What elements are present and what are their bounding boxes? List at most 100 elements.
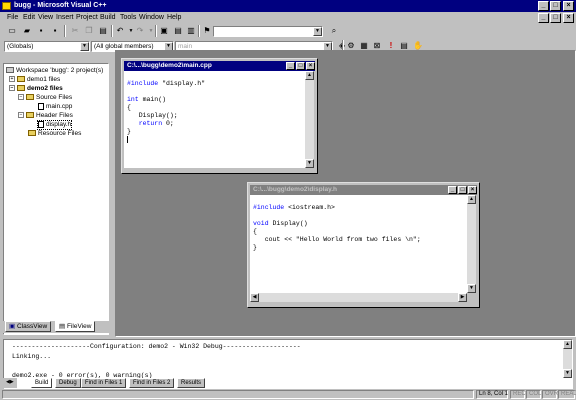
mdi-client-area: C:\...\bugg\demo2\main.cpp _ □ × #includ… — [115, 50, 576, 337]
tree-folder-header[interactable]: − Header Files — [18, 112, 73, 120]
globals-combo[interactable]: (Globals) ▼ — [4, 41, 90, 52]
code-line: } — [253, 244, 257, 251]
tree-workspace-root[interactable]: Workspace 'bugg': 2 project(s) — [6, 67, 103, 75]
menu-view[interactable]: View — [38, 13, 53, 23]
tab-results[interactable]: Results — [177, 378, 206, 388]
tab-label: FileView — [66, 323, 92, 330]
find-combo[interactable]: ▼ — [213, 26, 323, 37]
tab-fileview[interactable]: ▤ FileView — [55, 321, 96, 332]
code-line: { — [253, 228, 257, 235]
collapse-icon[interactable]: − — [18, 112, 24, 119]
scroll-down-icon[interactable]: ▼ — [467, 284, 476, 293]
code-line: Display(); — [127, 112, 178, 119]
cut-icon[interactable]: ✂ — [69, 25, 81, 37]
output-window-icon[interactable]: ▤ — [172, 25, 184, 37]
app-icon[interactable] — [2, 2, 11, 10]
menu-window[interactable]: Window — [139, 13, 164, 23]
scroll-up-icon[interactable]: ▲ — [305, 71, 314, 80]
window-title: bugg - Microsoft Visual C++ — [14, 2, 107, 9]
editor-close-button[interactable]: × — [306, 62, 315, 70]
menu-bar: File Edit View Insert Project Build Tool… — [0, 12, 576, 24]
source-file-icon — [38, 103, 44, 110]
editor-minimize-button[interactable]: _ — [448, 186, 457, 194]
editor-horizontal-scrollbar[interactable]: ◀ ▶ — [250, 293, 467, 302]
editor-maximize-button[interactable]: □ — [296, 62, 305, 70]
menu-file[interactable]: File — [7, 13, 18, 23]
open-folder-icon[interactable]: ▰ — [21, 25, 33, 37]
status-col: COL — [526, 390, 541, 399]
tab-find-in-files-1[interactable]: Find in Files 1 — [81, 378, 127, 388]
tree-folder-resource[interactable]: Resource Files — [28, 130, 81, 138]
close-button[interactable]: × — [563, 1, 574, 11]
menu-build[interactable]: Build — [100, 13, 116, 23]
tab-classview[interactable]: ▣ ClassView — [5, 321, 52, 332]
tab-build[interactable]: Build — [31, 378, 53, 388]
workspace-pane[interactable]: Workspace 'bugg': 2 project(s) + demo1 fi… — [3, 63, 109, 335]
window-list-icon[interactable]: ▥ — [185, 25, 197, 37]
scroll-up-icon[interactable]: ▲ — [563, 340, 572, 349]
tree-label: display.h — [46, 121, 72, 129]
doc-restore-button[interactable]: □ — [550, 13, 561, 23]
editor-title-bar[interactable]: C:\...\bugg\demo2\display.h _ □ × — [250, 185, 477, 195]
menu-help[interactable]: Help — [167, 13, 181, 23]
tab-scroll-icon[interactable]: ◀▶ — [3, 378, 17, 388]
editor-vertical-scrollbar[interactable]: ▲ ▼ — [305, 71, 314, 168]
output-vertical-scrollbar[interactable]: ▲ ▼ — [563, 340, 572, 378]
tree-folder-source[interactable]: − Source Files — [18, 94, 72, 102]
scroll-down-icon[interactable]: ▼ — [305, 159, 314, 168]
menu-tools[interactable]: Tools — [120, 13, 136, 23]
scroll-left-icon[interactable]: ◀ — [250, 293, 259, 302]
toolbar-separator — [155, 25, 157, 37]
doc-close-button[interactable]: × — [563, 13, 574, 23]
copy-icon[interactable]: ❐ — [83, 25, 95, 37]
paste-icon[interactable]: ▤ — [97, 25, 109, 37]
save-icon[interactable]: ▪ — [35, 25, 47, 37]
new-text-file-icon[interactable]: ▭ — [6, 25, 18, 37]
members-combo-value: (All global members) — [94, 43, 154, 50]
project-icon — [17, 76, 25, 83]
collapse-icon[interactable]: − — [18, 94, 24, 101]
code-editor-main-cpp[interactable]: #include "display.h" int main(){ Display… — [124, 71, 305, 168]
code-line: { — [127, 104, 131, 111]
header-file-icon — [38, 121, 44, 128]
toolbar-separator — [111, 25, 113, 37]
tree-label: Header Files — [36, 112, 73, 119]
find-in-files-icon[interactable]: ⚑ — [201, 25, 213, 37]
editor-window-main-cpp[interactable]: C:\...\bugg\demo2\main.cpp _ □ × #includ… — [121, 58, 318, 174]
globals-dropdown-icon[interactable]: ▼ — [80, 42, 89, 51]
status-message — [2, 390, 474, 399]
tab-debug[interactable]: Debug — [55, 378, 81, 388]
maximize-button[interactable]: □ — [550, 1, 561, 11]
menu-insert[interactable]: Insert — [56, 13, 74, 23]
workspace-window-icon[interactable]: ▣ — [158, 25, 170, 37]
code-editor-display-h[interactable]: #include <iostream.h> void Display(){ co… — [250, 195, 467, 293]
expand-icon[interactable]: + — [9, 76, 15, 83]
scroll-down-icon[interactable]: ▼ — [563, 369, 572, 378]
tree-file-display-h[interactable]: display.h — [36, 119, 73, 131]
search-icon[interactable]: ⌕ — [328, 25, 340, 37]
editor-minimize-button[interactable]: _ — [286, 62, 295, 70]
editor-title: C:\...\bugg\demo2\display.h — [253, 186, 338, 193]
tree-file-main-cpp[interactable]: main.cpp — [38, 103, 72, 111]
editor-title: C:\...\bugg\demo2\main.cpp — [127, 62, 212, 69]
scroll-up-icon[interactable]: ▲ — [467, 195, 476, 204]
menu-project[interactable]: Project — [76, 13, 98, 23]
minimize-button[interactable]: _ — [538, 1, 549, 11]
editor-maximize-button[interactable]: □ — [458, 186, 467, 194]
save-all-icon[interactable]: ▪ — [49, 25, 61, 37]
tree-project-demo2[interactable]: − demo2 files — [9, 85, 63, 93]
tab-find-in-files-2[interactable]: Find in Files 2 — [129, 378, 175, 388]
tree-project-demo1[interactable]: + demo1 files — [9, 76, 60, 84]
window-title-bar[interactable]: bugg - Microsoft Visual C++ _ □ × — [0, 0, 576, 12]
editor-title-bar[interactable]: C:\...\bugg\demo2\main.cpp _ □ × — [124, 61, 315, 71]
code-line: return 0; — [138, 120, 174, 127]
find-combo-dropdown-icon[interactable]: ▼ — [313, 27, 322, 36]
menu-edit[interactable]: Edit — [23, 13, 35, 23]
editor-vertical-scrollbar[interactable]: ▲ ▼ — [467, 195, 476, 293]
editor-window-display-h[interactable]: C:\...\bugg\demo2\display.h _ □ × #inclu… — [247, 182, 480, 308]
collapse-icon[interactable]: − — [9, 85, 15, 92]
doc-minimize-button[interactable]: _ — [538, 13, 549, 23]
status-read: READ — [558, 390, 576, 399]
scroll-right-icon[interactable]: ▶ — [458, 293, 467, 302]
editor-close-button[interactable]: × — [468, 186, 477, 194]
